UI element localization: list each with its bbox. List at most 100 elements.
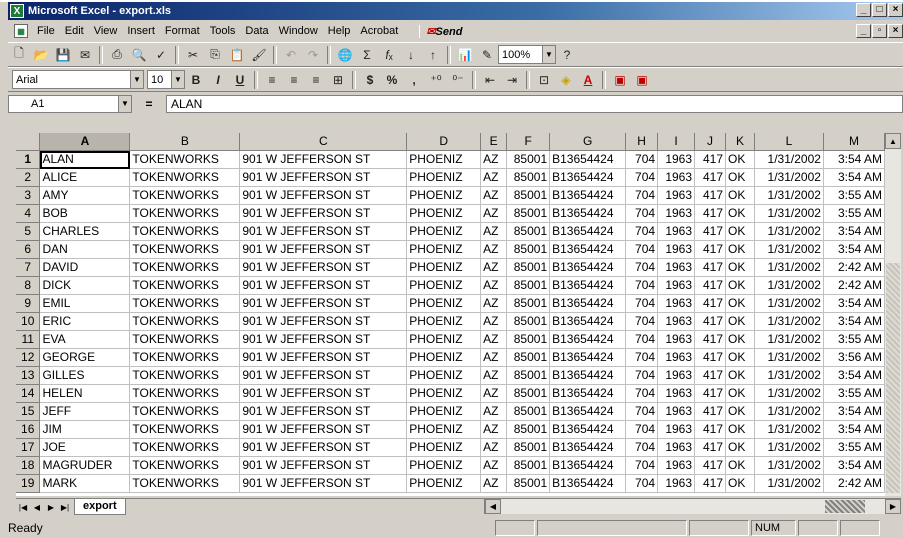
cell-l1[interactable]: 1/31/2002: [754, 150, 824, 169]
cell-f4[interactable]: 85001: [506, 204, 551, 223]
cell-f14[interactable]: 85001: [506, 384, 551, 403]
excel-app-icon[interactable]: X: [10, 4, 24, 18]
cell-g19[interactable]: B13654424: [549, 474, 627, 493]
zoom-select[interactable]: 100% ▼: [498, 45, 556, 64]
cell-a4[interactable]: BOB: [39, 204, 131, 223]
cell-m5[interactable]: 3:54 AM: [823, 222, 885, 241]
menu-acrobat[interactable]: Acrobat: [355, 25, 403, 37]
format-painter-icon[interactable]: 🖌: [249, 45, 269, 65]
borders-icon[interactable]: ⊡: [534, 70, 554, 90]
menu-window[interactable]: Window: [274, 25, 323, 37]
cell-g12[interactable]: B13654424: [549, 348, 627, 367]
cell-j1[interactable]: 417: [694, 150, 726, 169]
cell-k1[interactable]: OK: [725, 150, 755, 169]
row-header[interactable]: 4: [16, 204, 41, 223]
scroll-thumb[interactable]: [886, 263, 900, 493]
paste-icon[interactable]: 📋: [227, 45, 247, 65]
cell-c1[interactable]: 901 W JEFFERSON ST: [239, 150, 408, 169]
menu-help[interactable]: Help: [323, 25, 356, 37]
cell-c5[interactable]: 901 W JEFFERSON ST: [239, 222, 408, 241]
decrease-decimal-icon[interactable]: ⁰⁻: [448, 70, 468, 90]
cell-k6[interactable]: OK: [725, 240, 755, 259]
cell-k17[interactable]: OK: [725, 438, 755, 457]
cell-g9[interactable]: B13654424: [549, 294, 627, 313]
decrease-indent-icon[interactable]: ⇤: [480, 70, 500, 90]
column-header-d[interactable]: D: [406, 133, 482, 151]
cell-f5[interactable]: 85001: [506, 222, 551, 241]
cell-m7[interactable]: 2:42 AM: [823, 258, 885, 277]
cell-g1[interactable]: B13654424: [549, 150, 627, 169]
cell-g13[interactable]: B13654424: [549, 366, 627, 385]
cell-m13[interactable]: 3:54 AM: [823, 366, 885, 385]
cell-d14[interactable]: PHOENIZ: [406, 384, 482, 403]
cell-c12[interactable]: 901 W JEFFERSON ST: [239, 348, 408, 367]
cell-i18[interactable]: 1963: [657, 456, 696, 475]
cell-b4[interactable]: TOKENWORKS: [129, 204, 241, 223]
cell-a17[interactable]: JOE: [39, 438, 131, 457]
cell-m2[interactable]: 3:54 AM: [823, 168, 885, 187]
cell-l7[interactable]: 1/31/2002: [754, 258, 824, 277]
send-button[interactable]: ✉Send: [419, 24, 468, 38]
cell-b10[interactable]: TOKENWORKS: [129, 312, 241, 331]
cell-h15[interactable]: 704: [625, 402, 659, 421]
cell-m15[interactable]: 3:54 AM: [823, 402, 885, 421]
cell-c15[interactable]: 901 W JEFFERSON ST: [239, 402, 408, 421]
cell-d16[interactable]: PHOENIZ: [406, 420, 482, 439]
cell-g15[interactable]: B13654424: [549, 402, 627, 421]
cell-k11[interactable]: OK: [725, 330, 755, 349]
cell-h18[interactable]: 704: [625, 456, 659, 475]
row-header[interactable]: 2: [16, 168, 41, 187]
cell-a14[interactable]: HELEN: [39, 384, 131, 403]
cell-f2[interactable]: 85001: [506, 168, 551, 187]
cell-i17[interactable]: 1963: [657, 438, 696, 457]
increase-decimal-icon[interactable]: ⁺⁰: [426, 70, 446, 90]
cut-icon[interactable]: ✂: [183, 45, 203, 65]
cell-e3[interactable]: AZ: [480, 186, 508, 205]
cell-g7[interactable]: B13654424: [549, 258, 627, 277]
cell-l13[interactable]: 1/31/2002: [754, 366, 824, 385]
cell-h10[interactable]: 704: [625, 312, 659, 331]
row-header[interactable]: 17: [16, 438, 41, 457]
cell-c10[interactable]: 901 W JEFFERSON ST: [239, 312, 408, 331]
cell-m1[interactable]: 3:54 AM: [823, 150, 885, 169]
cell-h2[interactable]: 704: [625, 168, 659, 187]
cell-a19[interactable]: MARK: [39, 474, 131, 493]
cell-b18[interactable]: TOKENWORKS: [129, 456, 241, 475]
menu-view[interactable]: View: [89, 25, 123, 37]
font-color-icon[interactable]: A: [578, 70, 598, 90]
cell-k16[interactable]: OK: [725, 420, 755, 439]
sort-descending-icon[interactable]: ↑: [423, 45, 443, 65]
cell-m16[interactable]: 3:54 AM: [823, 420, 885, 439]
cell-j12[interactable]: 417: [694, 348, 726, 367]
cell-i16[interactable]: 1963: [657, 420, 696, 439]
cell-e10[interactable]: AZ: [480, 312, 508, 331]
undo-icon[interactable]: ↶: [281, 45, 301, 65]
menu-data[interactable]: Data: [240, 25, 273, 37]
cell-b7[interactable]: TOKENWORKS: [129, 258, 241, 277]
cell-i6[interactable]: 1963: [657, 240, 696, 259]
cell-c6[interactable]: 901 W JEFFERSON ST: [239, 240, 408, 259]
merge-center-icon[interactable]: ⊞: [328, 70, 348, 90]
print-icon[interactable]: ⎙: [107, 45, 127, 65]
cell-l18[interactable]: 1/31/2002: [754, 456, 824, 475]
cell-f13[interactable]: 85001: [506, 366, 551, 385]
cell-i14[interactable]: 1963: [657, 384, 696, 403]
cell-k12[interactable]: OK: [725, 348, 755, 367]
align-right-icon[interactable]: ≡: [306, 70, 326, 90]
cell-f19[interactable]: 85001: [506, 474, 551, 493]
cell-f8[interactable]: 85001: [506, 276, 551, 295]
cell-b3[interactable]: TOKENWORKS: [129, 186, 241, 205]
cell-e14[interactable]: AZ: [480, 384, 508, 403]
cell-b17[interactable]: TOKENWORKS: [129, 438, 241, 457]
cell-c11[interactable]: 901 W JEFFERSON ST: [239, 330, 408, 349]
cell-l15[interactable]: 1/31/2002: [754, 402, 824, 421]
cell-b15[interactable]: TOKENWORKS: [129, 402, 241, 421]
cell-g4[interactable]: B13654424: [549, 204, 627, 223]
cell-h5[interactable]: 704: [625, 222, 659, 241]
column-header-m[interactable]: M: [823, 133, 885, 151]
cell-g10[interactable]: B13654424: [549, 312, 627, 331]
cell-d19[interactable]: PHOENIZ: [406, 474, 482, 493]
cell-k18[interactable]: OK: [725, 456, 755, 475]
column-header-l[interactable]: L: [754, 133, 824, 151]
cell-a6[interactable]: DAN: [39, 240, 131, 259]
